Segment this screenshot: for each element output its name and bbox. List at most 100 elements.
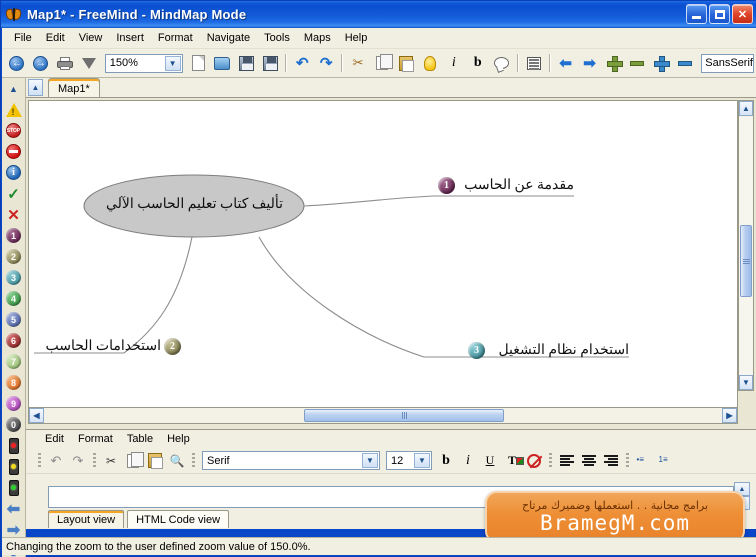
cloud-button[interactable] — [491, 52, 513, 74]
canvas-vertical-scrollbar[interactable]: ▲ ▼ — [738, 100, 754, 391]
node-increase-button[interactable] — [603, 52, 625, 74]
scroll-left-arrow-icon[interactable]: ◀ — [29, 408, 44, 423]
scroll-right-arrow-icon[interactable]: ▶ — [722, 408, 737, 423]
size-chevron-down-icon[interactable]: ▼ — [414, 453, 430, 468]
new-button[interactable] — [188, 52, 210, 74]
move-left-button[interactable]: ⬅ — [555, 52, 577, 74]
editor-numbered-list-button[interactable]: 1≡ — [656, 451, 676, 471]
number-1-icon[interactable]: 1 — [3, 225, 25, 246]
number-0-icon[interactable]: 0 — [3, 414, 25, 435]
menu-tools[interactable]: Tools — [257, 29, 297, 47]
branch-2-label[interactable]: استخدامات الحاسب — [43, 338, 162, 355]
editor-menu-format[interactable]: Format — [71, 431, 120, 447]
bold-button[interactable]: b — [467, 52, 489, 74]
branch-1-badge[interactable]: 1 — [438, 177, 455, 194]
copy-button[interactable] — [371, 52, 394, 74]
scroll-down-arrow-icon[interactable]: ▼ — [739, 375, 753, 390]
maximize-button[interactable] — [709, 4, 730, 24]
number-7-icon[interactable]: 7 — [3, 351, 25, 372]
editor-cut-button[interactable]: ✂ — [101, 451, 121, 471]
zoom-combo[interactable]: 150% ▼ — [104, 53, 183, 73]
map-tab-map1[interactable]: Map1* — [48, 78, 100, 97]
cut-button[interactable]: ✂ — [347, 52, 369, 74]
editor-align-right-button[interactable] — [601, 451, 621, 471]
tab-scroll-up-icon[interactable]: ▲ — [28, 79, 43, 96]
editor-redo-button[interactable]: ↷ — [68, 451, 88, 471]
close-button[interactable]: ✕ — [732, 4, 753, 24]
traffic-light-yellow-icon[interactable] — [3, 456, 25, 477]
editor-menu-edit[interactable]: Edit — [38, 431, 71, 447]
editor-paste-button[interactable] — [145, 451, 165, 471]
menu-navigate[interactable]: Navigate — [200, 29, 257, 47]
editor-align-center-button[interactable] — [579, 451, 599, 471]
editor-copy-button[interactable] — [123, 451, 144, 471]
filter-button[interactable] — [78, 52, 100, 74]
font-name-field[interactable]: SansSerif — [701, 53, 754, 73]
paste-button[interactable] — [395, 52, 417, 74]
editor-underline-button[interactable]: U — [480, 451, 500, 471]
print-button[interactable] — [54, 52, 76, 74]
editor-bold-button[interactable]: b — [436, 451, 456, 471]
editor-undo-button[interactable]: ↶ — [46, 451, 66, 471]
stop-sign-icon[interactable]: STOP — [3, 120, 25, 141]
node-decrease-button[interactable] — [626, 52, 648, 74]
number-2-icon[interactable]: 2 — [3, 246, 25, 267]
traffic-light-green-icon[interactable] — [3, 477, 25, 498]
cross-icon[interactable]: ✕ — [3, 204, 25, 225]
tab-html-code-view[interactable]: HTML Code view — [127, 510, 230, 528]
traffic-light-red-icon[interactable] — [3, 435, 25, 456]
branch-2-badge[interactable]: 2 — [164, 338, 181, 355]
menu-edit[interactable]: Edit — [39, 29, 72, 47]
chevron-down-icon[interactable]: ▼ — [164, 55, 181, 71]
toolbar-grip[interactable] — [38, 452, 41, 469]
editor-font-select[interactable]: Serif ▼ — [202, 451, 380, 470]
number-9-icon[interactable]: 9 — [3, 393, 25, 414]
editor-align-left-button[interactable] — [557, 451, 577, 471]
number-4-icon[interactable]: 4 — [3, 288, 25, 309]
number-3-icon[interactable]: 3 — [3, 267, 25, 288]
editor-menu-help[interactable]: Help — [160, 431, 197, 447]
arrow-left-icon[interactable]: ⬅ — [3, 498, 25, 519]
no-entry-icon[interactable] — [3, 141, 25, 162]
check-icon[interactable]: ✓ — [3, 183, 25, 204]
bulb-button[interactable] — [419, 52, 441, 74]
menu-file[interactable]: File — [7, 29, 39, 47]
warning-icon[interactable] — [3, 99, 25, 120]
branch-3-badge[interactable]: 3 — [468, 342, 485, 359]
number-5-icon[interactable]: 5 — [3, 309, 25, 330]
menu-format[interactable]: Format — [151, 29, 200, 47]
menu-maps[interactable]: Maps — [297, 29, 338, 47]
root-node-label[interactable]: تأليف كتاب تعليم الحاسب الآلي — [87, 196, 302, 213]
menu-insert[interactable]: Insert — [109, 29, 151, 47]
number-6-icon[interactable]: 6 — [3, 330, 25, 351]
editor-clear-format-button[interactable] — [524, 451, 544, 471]
branch-3-label[interactable]: استخدام نظام التشغيل — [489, 342, 629, 359]
minimize-button[interactable] — [686, 4, 707, 24]
move-right-button[interactable]: ➡ — [579, 52, 601, 74]
info-icon[interactable]: i — [3, 162, 25, 183]
back-button[interactable]: ← — [6, 52, 28, 74]
save-button[interactable] — [235, 52, 257, 74]
mindmap-canvas[interactable]: تأليف كتاب تعليم الحاسب الآلي 1 مقدمة عن… — [28, 100, 738, 408]
editor-text-color-button[interactable]: T — [502, 451, 524, 471]
open-button[interactable] — [211, 52, 233, 74]
hscroll-thumb[interactable] — [304, 409, 504, 422]
table-button[interactable] — [523, 52, 545, 74]
font-chevron-down-icon[interactable]: ▼ — [362, 453, 378, 468]
number-8-icon[interactable]: 8 — [3, 372, 25, 393]
vscroll-track[interactable] — [739, 117, 753, 376]
forward-button[interactable]: → — [30, 52, 52, 74]
font-decrease-button[interactable] — [674, 52, 696, 74]
menu-help[interactable]: Help — [338, 29, 375, 47]
save-as-button[interactable] — [259, 52, 281, 74]
editor-size-select[interactable]: 12 ▼ — [386, 451, 432, 470]
undo-button[interactable]: ↶ — [291, 52, 313, 74]
sidebar-scroll-up[interactable]: ▲ — [3, 78, 25, 99]
redo-button[interactable]: ↷ — [315, 52, 337, 74]
editor-menu-table[interactable]: Table — [120, 431, 160, 447]
canvas-horizontal-scrollbar[interactable]: ◀ ▶ — [28, 407, 738, 424]
scroll-up-arrow-icon[interactable]: ▲ — [739, 101, 753, 116]
icon-sidebar[interactable]: ▲ STOP i ✓ ✕ 1 2 3 4 5 6 7 8 9 0 ⬅ ➡ ⬆ — [2, 78, 26, 557]
tab-layout-view[interactable]: Layout view — [48, 510, 125, 528]
italic-button[interactable]: i — [443, 52, 465, 74]
